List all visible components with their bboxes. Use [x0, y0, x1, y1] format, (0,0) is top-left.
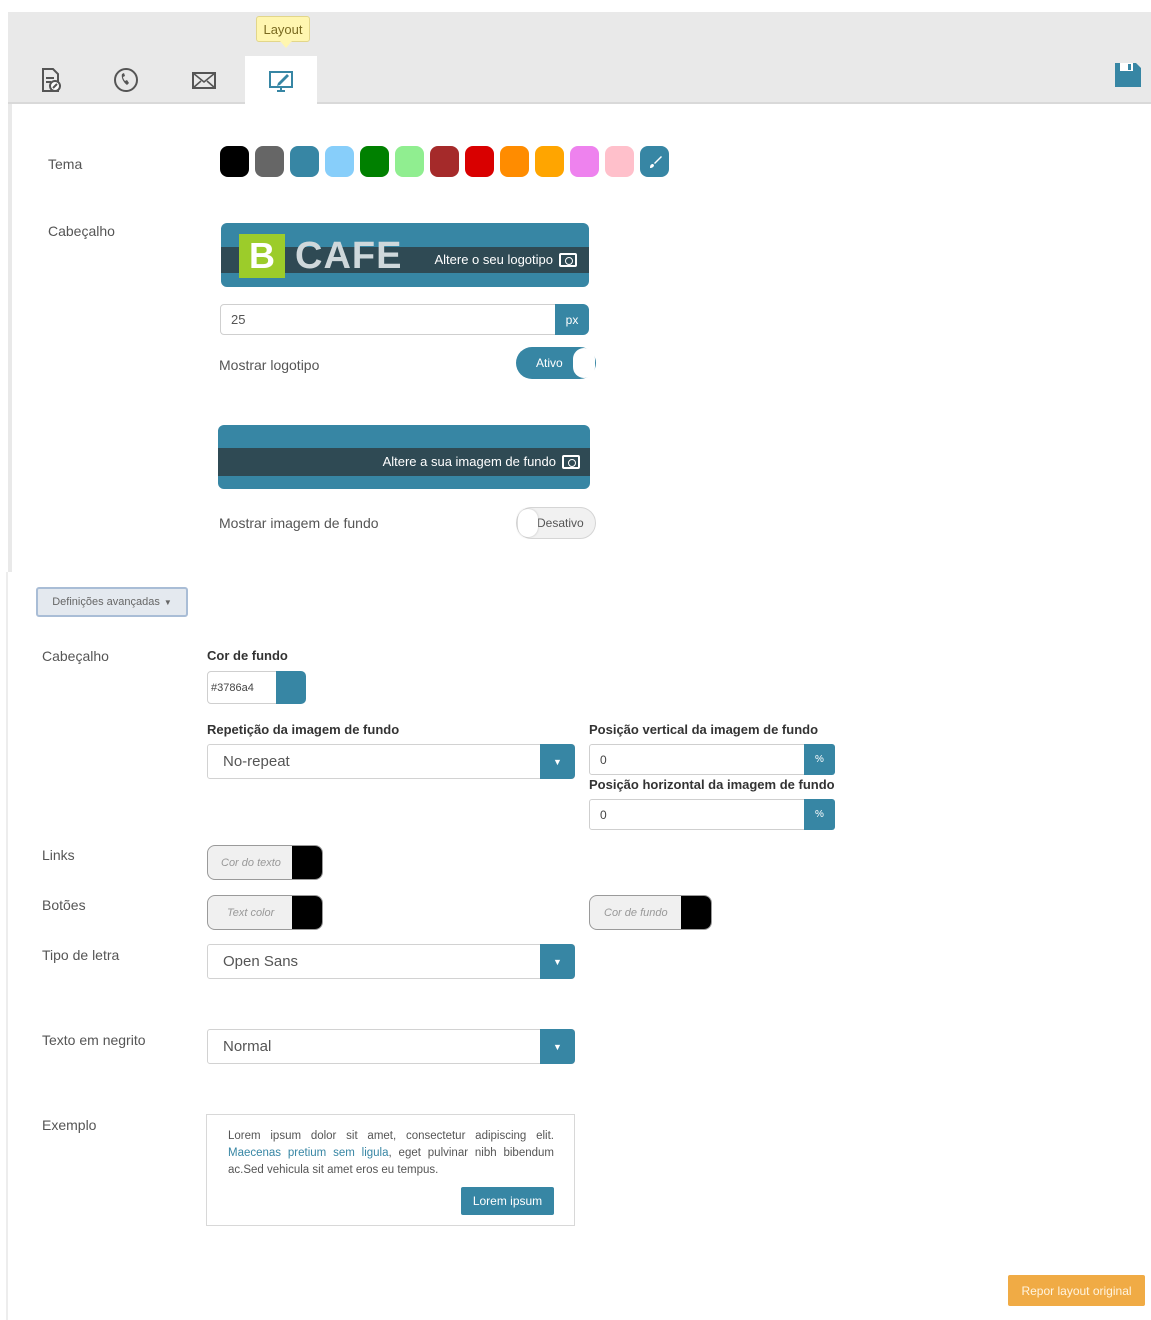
links-label: Links	[42, 847, 75, 863]
chevron-down-icon: ▼	[540, 1029, 575, 1064]
show-background-toggle[interactable]: Desativo	[516, 507, 596, 539]
logo-text: CAFE	[295, 235, 403, 277]
example-button[interactable]: Lorem ipsum	[461, 1187, 554, 1215]
layout-tooltip: Layout	[256, 16, 310, 48]
repeat-title: Repetição da imagem de fundo	[207, 722, 400, 737]
vpos-title: Posição vertical da imagem de fundo	[589, 722, 819, 737]
tab-phone[interactable]	[90, 56, 162, 104]
logo-size-input[interactable]	[220, 304, 556, 335]
caret-down-icon: ▼	[163, 597, 172, 607]
hpos-title: Posição horizontal da imagem de fundo	[589, 777, 835, 792]
change-logo-label: Altere o seu logotipo	[434, 252, 553, 267]
swatch-blue[interactable]	[290, 146, 319, 177]
show-background-state: Desativo	[537, 516, 584, 530]
bold-label: Texto em negrito	[42, 1032, 146, 1048]
header-label: Cabeçalho	[48, 223, 115, 239]
upper-panel-border	[8, 104, 12, 572]
theme-swatches	[220, 146, 669, 177]
bg-color-input[interactable]	[207, 671, 277, 704]
monitor-edit-icon	[269, 71, 293, 92]
font-select[interactable]: Open Sans ▼	[207, 944, 575, 979]
toggle-knob	[518, 509, 538, 537]
swatch-red[interactable]	[465, 146, 494, 177]
show-logo-toggle[interactable]: Ativo	[516, 347, 596, 379]
reset-layout-button[interactable]: Repor layout original	[1008, 1275, 1145, 1306]
brush-icon	[649, 155, 662, 168]
toggle-knob	[573, 348, 595, 378]
bg-color-title: Cor de fundo	[207, 648, 288, 663]
swatch-violet[interactable]	[570, 146, 599, 177]
swatch-light-green[interactable]	[395, 146, 424, 177]
change-logo-link[interactable]: Altere o seu logotipo	[434, 252, 577, 267]
tab-layout[interactable]	[245, 56, 317, 104]
theme-label: Tema	[48, 156, 83, 172]
repeat-select[interactable]: No-repeat ▼	[207, 744, 575, 779]
example-link[interactable]: Maecenas pretium sem ligula	[228, 1147, 389, 1159]
camera-icon	[559, 252, 577, 267]
chevron-down-icon: ▼	[540, 744, 575, 779]
custom-color-button[interactable]	[640, 146, 669, 177]
px-unit: px	[555, 304, 589, 335]
example-text-1: Lorem ipsum dolor sit amet, consectetur …	[228, 1130, 554, 1142]
swatch-green[interactable]	[360, 146, 389, 177]
buttons-label: Botões	[42, 897, 86, 913]
phone-icon	[114, 68, 138, 92]
chevron-down-icon: ▼	[540, 944, 575, 979]
example-label: Exemplo	[42, 1117, 97, 1133]
show-logo-label: Mostrar logotipo	[219, 357, 320, 373]
change-background-label: Altere a sua imagem de fundo	[382, 454, 556, 469]
buttons-text-placeholder: Text color	[227, 906, 275, 919]
repeat-value: No-repeat	[223, 753, 290, 770]
example-paragraph: Lorem ipsum dolor sit amet, consectetur …	[228, 1128, 554, 1179]
change-background-link[interactable]: Altere a sua imagem de fundo	[383, 454, 580, 469]
floppy-disk-icon[interactable]	[1114, 62, 1142, 88]
advanced-settings-label: Definições avançadas	[52, 596, 160, 608]
advanced-settings-button[interactable]: Definições avançadas ▼	[36, 587, 188, 617]
show-logo-state: Ativo	[536, 356, 563, 370]
lower-panel-border	[6, 572, 8, 1320]
buttons-bg-swatch	[681, 896, 711, 929]
swatch-dark-orange[interactable]	[500, 146, 529, 177]
logo-mark: B	[239, 234, 285, 278]
vpos-percent: %	[804, 744, 835, 775]
swatch-light-blue[interactable]	[325, 146, 354, 177]
document-edit-icon	[42, 68, 61, 92]
hpos-input[interactable]	[589, 799, 805, 830]
hpos-percent: %	[804, 799, 835, 830]
buttons-text-swatch	[292, 896, 322, 929]
swatch-pink[interactable]	[605, 146, 634, 177]
links-color-swatch	[292, 846, 322, 879]
adv-header-label: Cabeçalho	[42, 648, 109, 664]
example-preview: Lorem ipsum dolor sit amet, consectetur …	[206, 1114, 575, 1226]
swatch-brown[interactable]	[430, 146, 459, 177]
bg-color-swatch[interactable]	[276, 671, 306, 704]
envelope-icon	[192, 72, 216, 89]
swatch-orange[interactable]	[535, 146, 564, 177]
font-label: Tipo de letra	[42, 947, 120, 963]
show-background-label: Mostrar imagem de fundo	[219, 515, 379, 531]
font-value: Open Sans	[223, 953, 299, 970]
vpos-input[interactable]	[589, 744, 805, 775]
tab-bar	[8, 12, 1151, 104]
buttons-bg-placeholder: Cor de fundo	[604, 906, 668, 919]
buttons-bg-color-picker[interactable]: Cor de fundo	[589, 895, 712, 930]
buttons-text-color-picker[interactable]: Text color	[207, 895, 323, 930]
logo-upload[interactable]: B CAFE Altere o seu logotipo	[221, 223, 589, 287]
links-color-placeholder: Cor do texto	[221, 856, 281, 869]
tab-document[interactable]	[14, 56, 86, 104]
tab-email[interactable]	[168, 56, 240, 104]
camera-icon	[562, 454, 580, 469]
swatch-gray[interactable]	[255, 146, 284, 177]
background-upload[interactable]: Altere a sua imagem de fundo	[218, 425, 590, 489]
swatch-black[interactable]	[220, 146, 249, 177]
links-color-picker[interactable]: Cor do texto	[207, 845, 323, 880]
bold-select[interactable]: Normal ▼	[207, 1029, 575, 1064]
bold-value: Normal	[223, 1038, 272, 1055]
